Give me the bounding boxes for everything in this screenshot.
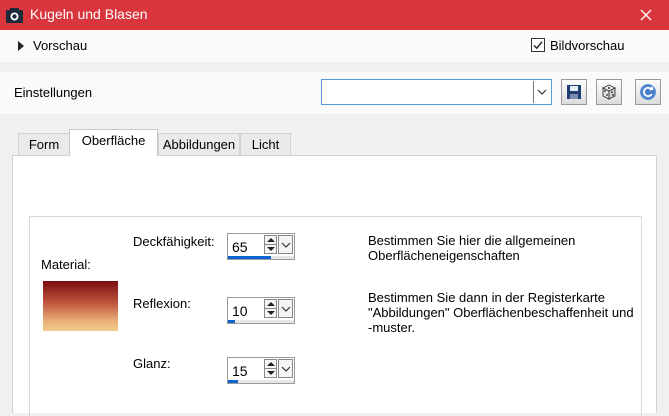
- tab-form[interactable]: Form: [18, 133, 70, 155]
- title-bar: Kugeln und Blasen: [0, 0, 669, 30]
- glanz-value: 15: [232, 363, 248, 379]
- glanz-updown[interactable]: [264, 359, 277, 378]
- preview-toggle-label[interactable]: Vorschau: [33, 38, 87, 53]
- arrow-down-icon: [267, 371, 275, 375]
- reflexion-level-track: [228, 320, 294, 323]
- reflexion-spinner[interactable]: 10: [227, 297, 297, 325]
- arrow-up-icon: [267, 302, 275, 306]
- deckfaehigkeit-value: 65: [232, 239, 248, 255]
- help-text-abbildungen: Bestimmen Sie dann in der Registerkarte …: [368, 290, 634, 335]
- glanz-label: Glanz:: [133, 356, 171, 371]
- help-text-general: Bestimmen Sie hier die allgemeinen Oberf…: [368, 233, 576, 263]
- bildvorschau-label[interactable]: Bildvorschau: [550, 38, 624, 53]
- tab-form-label: Form: [28, 137, 60, 152]
- dice-icon: [601, 84, 617, 100]
- chevron-down-icon: [537, 89, 547, 95]
- chevron-down-icon: [281, 242, 290, 248]
- deckfaehigkeit-level-fill: [228, 256, 271, 259]
- glanz-level-track: [228, 380, 294, 383]
- reflexion-updown[interactable]: [264, 299, 277, 318]
- tab-abbildungen[interactable]: Abbildungen: [158, 133, 240, 155]
- reset-arrow-icon: [640, 84, 656, 100]
- save-preset-button[interactable]: [561, 79, 587, 105]
- checkmark-icon: [533, 41, 543, 50]
- app-icon: [6, 8, 23, 23]
- chevron-down-icon: [281, 366, 290, 372]
- settings-label: Einstellungen: [14, 85, 93, 100]
- tab-licht-label: Licht: [251, 137, 280, 152]
- deckfaehigkeit-level-track: [228, 256, 294, 259]
- deckfaehigkeit-spinner[interactable]: 65: [227, 233, 297, 261]
- settings-row: Einstellungen: [0, 72, 669, 114]
- tabs-area: Form Oberfläche Abbildungen Licht: [12, 125, 657, 416]
- material-swatch[interactable]: [43, 281, 118, 331]
- preview-row: Vorschau Bildvorschau: [0, 30, 669, 62]
- tab-abbildungen-label: Abbildungen: [162, 137, 236, 152]
- glanz-level-fill: [228, 380, 238, 383]
- reflexion-value: 10: [232, 303, 248, 319]
- material-label: Material:: [41, 257, 91, 272]
- glanz-dropdown[interactable]: [278, 359, 293, 378]
- tab-oberflaeche[interactable]: Oberfläche: [69, 129, 158, 156]
- preset-select[interactable]: [321, 79, 552, 105]
- arrow-up-icon: [267, 362, 275, 366]
- deckfaehigkeit-label: Deckfähigkeit:: [133, 234, 215, 249]
- window-title: Kugeln und Blasen: [30, 6, 148, 22]
- tab-oberflaeche-label: Oberfläche: [81, 133, 146, 148]
- glanz-spinner[interactable]: 15: [227, 357, 297, 385]
- reflexion-label: Reflexion:: [133, 296, 191, 311]
- chevron-down-icon: [281, 306, 290, 312]
- tab-licht[interactable]: Licht: [240, 133, 291, 155]
- close-button[interactable]: [623, 0, 669, 30]
- reset-button[interactable]: [635, 79, 661, 105]
- floppy-disk-icon: [567, 85, 581, 99]
- preset-dropdown-button[interactable]: [533, 81, 550, 103]
- expand-triangle-icon[interactable]: [18, 41, 24, 51]
- reflexion-dropdown[interactable]: [278, 299, 293, 318]
- randomize-button[interactable]: [596, 79, 622, 105]
- deckfaehigkeit-dropdown[interactable]: [278, 235, 293, 254]
- arrow-down-icon: [267, 311, 275, 315]
- close-icon: [640, 9, 652, 21]
- reflexion-level-fill: [228, 320, 235, 323]
- arrow-down-icon: [267, 247, 275, 251]
- bildvorschau-checkbox[interactable]: [531, 38, 545, 52]
- arrow-up-icon: [267, 238, 275, 242]
- deckfaehigkeit-updown[interactable]: [264, 235, 277, 254]
